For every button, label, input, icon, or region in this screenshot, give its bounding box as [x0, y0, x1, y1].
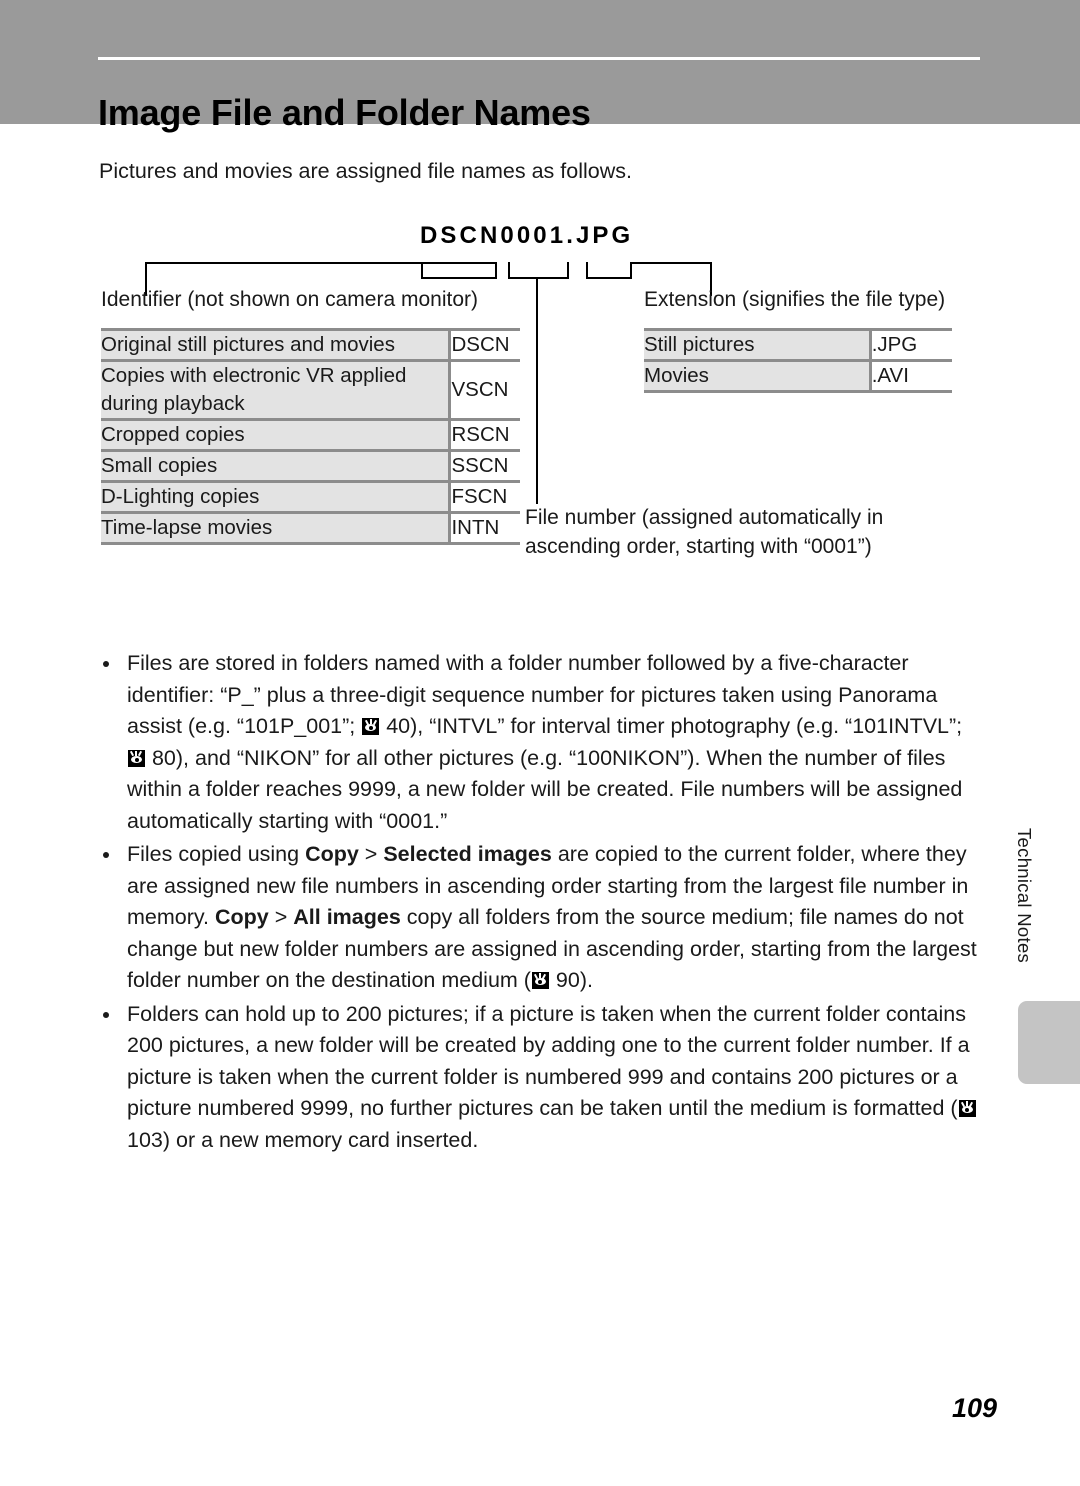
page-number: 109: [952, 1393, 998, 1423]
extension-caption: Extension (signifies the file type): [644, 288, 946, 311]
table-cell-code: INTN: [448, 512, 520, 544]
table-cell-label: Small copies: [101, 450, 450, 482]
table-cell-label: Cropped copies: [101, 419, 450, 451]
intro-paragraph: Pictures and movies are assigned file na…: [99, 158, 632, 183]
table-cell-code: DSCN: [448, 329, 520, 361]
bullet-dot-icon: [103, 852, 109, 858]
table-cell-code: FSCN: [448, 481, 520, 513]
table-cell-label: Still pictures: [644, 329, 871, 361]
table-cell-label: D-Lighting copies: [101, 481, 450, 513]
extension-table-body: Still pictures .JPG Movies .AVI: [644, 329, 952, 392]
table-row: Small copies SSCN: [101, 450, 520, 482]
identifier-bracket-end-riser: [495, 262, 497, 279]
bullet-folder-naming: Files are stored in folders named with a…: [99, 648, 981, 837]
filenumber-bracket-right-riser: [567, 262, 569, 279]
extension-bracket-left-riser: [586, 262, 588, 279]
identifier-bracket-bottom: [421, 277, 497, 279]
identifier-caption: Identifier (not shown on camera monitor): [101, 288, 479, 311]
emphasis-text: Copy: [305, 842, 359, 866]
page-title: Image File and Folder Names: [98, 92, 591, 134]
table-cell-code: VSCN: [448, 360, 520, 420]
extension-bracket-bottom: [586, 277, 632, 279]
notes-bullet-list: Files are stored in folders named with a…: [99, 648, 981, 1156]
page-reference-eye-icon: [362, 718, 380, 735]
table-row: Copies with electronic VR applied during…: [101, 360, 520, 420]
identifier-table-body: Original still pictures and movies DSCN Co…: [101, 329, 520, 544]
table-row: Original still pictures and movies DSCN: [101, 329, 520, 361]
bullet-dot-icon: [103, 1011, 109, 1018]
table-row: Movies .AVI: [644, 360, 952, 392]
table-cell-label: Movies: [644, 360, 871, 392]
filenumber-bracket-bottom: [508, 277, 569, 279]
identifier-bracket-top: [145, 262, 497, 264]
filenumber-caption: File number (assigned automatically in a…: [525, 506, 884, 558]
table-cell-code: SSCN: [448, 450, 520, 482]
page-reference-eye-icon: [958, 1100, 976, 1117]
table-row: D-Lighting copies FSCN: [101, 481, 520, 513]
section-tab-label: Technical Notes: [1014, 828, 1035, 964]
table-cell-code: .AVI: [868, 360, 952, 392]
extension-table: Still pictures .JPG Movies .AVI: [644, 328, 952, 393]
table-cell-label: Original still pictures and movies: [101, 329, 450, 361]
emphasis-text: All images: [293, 905, 401, 929]
identifier-table: Original still pictures and movies DSCN Co…: [101, 328, 520, 545]
page-reference-eye-icon: [531, 972, 549, 989]
filenumber-bracket-left-riser: [508, 262, 510, 279]
filenumber-bracket-stem: [536, 277, 538, 504]
table-cell-code: .JPG: [868, 329, 952, 361]
bullet-dot-icon: [103, 661, 109, 667]
table-cell-label: Time-lapse movies: [101, 512, 450, 544]
example-filename: DSCN0001.JPG: [420, 222, 634, 249]
bullet-copy-behavior: Files copied using Copy > Selected image…: [99, 839, 981, 997]
section-tab-block: [1018, 1001, 1080, 1084]
identifier-bracket-right-riser: [421, 262, 423, 279]
page-reference-eye-icon: [128, 749, 145, 767]
table-row: Cropped copies RSCN: [101, 419, 520, 451]
header-divider-rule: [98, 57, 980, 60]
emphasis-text: Selected images: [383, 842, 552, 866]
table-row: Time-lapse movies INTN: [101, 512, 520, 544]
table-cell-label: Copies with electronic VR applied during…: [101, 360, 450, 420]
bullet-folder-capacity: Folders can hold up to 200 pictures; if …: [99, 999, 981, 1157]
table-cell-code: RSCN: [448, 419, 520, 451]
emphasis-text: Copy: [215, 905, 269, 929]
extension-bracket-right-riser: [630, 262, 632, 279]
table-row: Still pictures .JPG: [644, 329, 952, 361]
extension-bracket-top: [630, 262, 712, 264]
